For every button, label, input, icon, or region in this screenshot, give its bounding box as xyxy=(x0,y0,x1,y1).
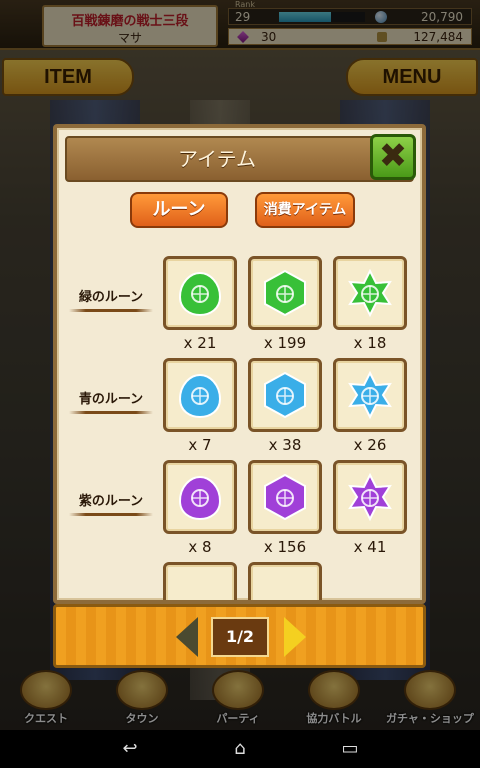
item-dialog: アイテム ✖ ルーン 消費アイテム 緑のルーン x 21 x 199 x 18 青のルー… xyxy=(53,124,426,604)
rune-quantity: x 38 xyxy=(268,436,302,454)
rune-quantity: x 26 xyxy=(353,436,387,454)
rune-item-slot[interactable] xyxy=(163,358,237,432)
recents-icon[interactable]: ▭ xyxy=(330,738,370,760)
consumable-category-button[interactable]: 消費アイテム xyxy=(255,192,355,228)
rune-item-slot[interactable] xyxy=(248,460,322,534)
rune-item-slot[interactable] xyxy=(333,358,407,432)
rune-item-slot[interactable] xyxy=(248,562,322,600)
page-indicator: 1/2 xyxy=(211,617,269,657)
close-button[interactable]: ✖ xyxy=(370,134,416,180)
hexagon-rune-icon xyxy=(264,269,306,317)
rune-item-slot[interactable] xyxy=(248,358,322,432)
droplet-rune-icon xyxy=(178,475,222,521)
rune-row-label: 紫のルーン xyxy=(69,490,153,516)
droplet-rune-icon xyxy=(178,271,222,317)
hexagon-rune-icon xyxy=(264,473,306,521)
rune-category-button[interactable]: ルーン xyxy=(130,192,228,228)
close-x-icon: ✖ xyxy=(378,136,408,176)
rune-item-slot[interactable] xyxy=(333,460,407,534)
rune-item-slot[interactable] xyxy=(163,562,237,600)
prev-page-arrow-icon[interactable] xyxy=(176,617,198,657)
droplet-rune-icon xyxy=(178,373,222,419)
rune-quantity: x 7 xyxy=(188,436,212,454)
rune-item-slot[interactable] xyxy=(333,256,407,330)
rune-row-label: 青のルーン xyxy=(69,388,153,414)
star-rune-icon xyxy=(348,269,392,317)
dialog-title: アイテム xyxy=(178,147,256,171)
star-rune-icon xyxy=(348,473,392,521)
rune-item-slot[interactable] xyxy=(248,256,322,330)
android-nav-bar: ↩ ⌂ ▭ xyxy=(0,730,480,768)
dialog-header: アイテム xyxy=(65,136,414,182)
rune-item-slot[interactable] xyxy=(163,460,237,534)
star-rune-icon xyxy=(348,371,392,419)
rune-quantity: x 41 xyxy=(353,538,387,556)
rune-quantity: x 199 xyxy=(263,334,307,352)
rune-item-slot[interactable] xyxy=(163,256,237,330)
next-page-arrow-icon[interactable] xyxy=(284,617,306,657)
rune-quantity: x 156 xyxy=(263,538,307,556)
rune-quantity: x 18 xyxy=(353,334,387,352)
pagination-bar: 1/2 xyxy=(53,604,426,668)
rune-quantity: x 8 xyxy=(188,538,212,556)
home-icon[interactable]: ⌂ xyxy=(220,738,260,760)
hexagon-rune-icon xyxy=(264,371,306,419)
back-icon[interactable]: ↩ xyxy=(110,738,150,760)
rune-quantity: x 21 xyxy=(183,334,217,352)
rune-row-label: 緑のルーン xyxy=(69,286,153,312)
